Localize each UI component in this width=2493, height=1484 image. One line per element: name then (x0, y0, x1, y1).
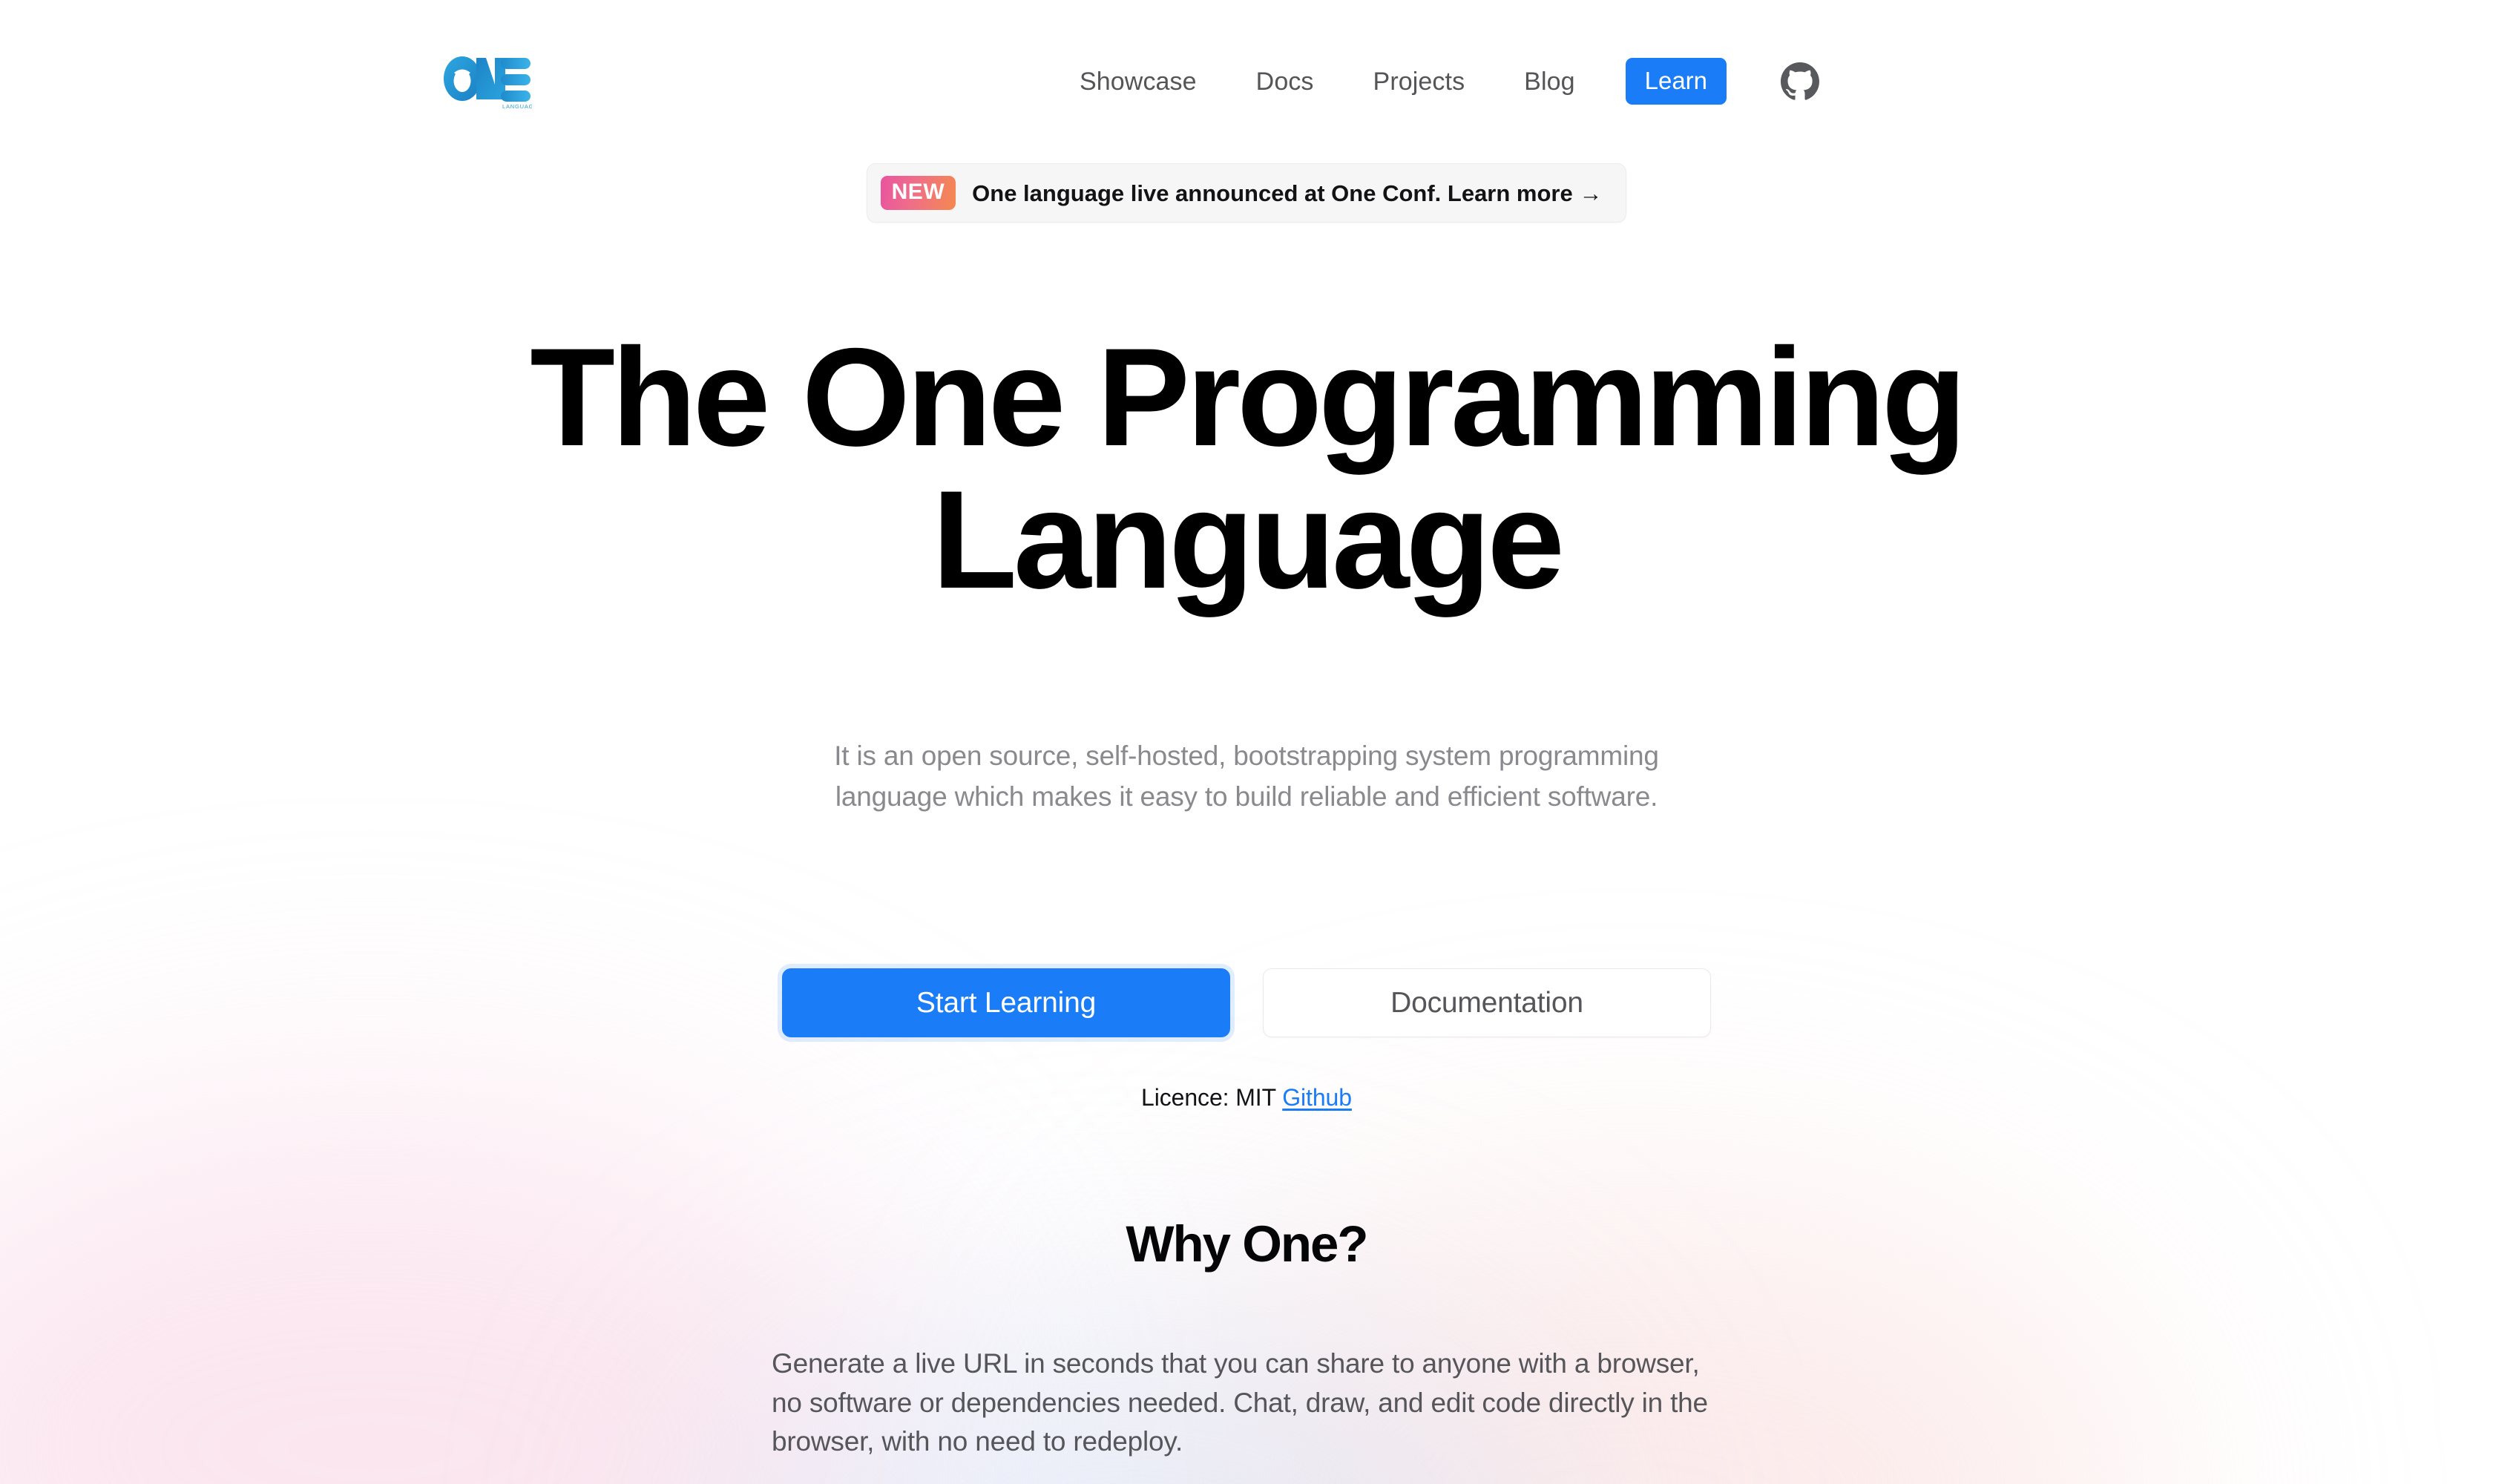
documentation-button[interactable]: Documentation (1263, 968, 1711, 1037)
github-icon (1781, 62, 1820, 100)
nav-link-showcase[interactable]: Showcase (1065, 69, 1226, 94)
why-section-heading: Why One? (1126, 1215, 1368, 1273)
logo-icon: LANGUAGE (444, 56, 537, 110)
logo-subtext: LANGUAGE (502, 103, 532, 110)
cta-row: Start Learning Documentation (0, 968, 2493, 1037)
site-header: LANGUAGE Showcase Docs Projects Blog Lea… (0, 0, 2493, 171)
new-badge: NEW (880, 176, 956, 210)
announcement-banner[interactable]: NEW One language live announced at One C… (866, 163, 1627, 223)
main-navigation: Showcase Docs Projects Blog Learn (1065, 58, 1820, 105)
one-language-logo[interactable]: LANGUAGE (443, 52, 537, 110)
nav-link-blog[interactable]: Blog (1494, 69, 1604, 94)
github-link[interactable] (1780, 62, 1820, 102)
page-title: The One Programming Language (530, 319, 1967, 617)
nav-link-docs[interactable]: Docs (1226, 69, 1344, 94)
announcement-row: NEW One language live announced at One C… (0, 163, 2493, 223)
nav-link-projects[interactable]: Projects (1344, 69, 1495, 94)
learn-button[interactable]: Learn (1625, 58, 1727, 105)
licence-text: Licence: MIT (1141, 1084, 1276, 1111)
landing-page: LANGUAGE Showcase Docs Projects Blog Lea… (0, 0, 2493, 1484)
github-licence-link[interactable]: Github (1282, 1084, 1352, 1111)
start-learning-button[interactable]: Start Learning (782, 968, 1230, 1037)
hero-subtitle: It is an open source, self-hosted, boots… (834, 741, 1659, 812)
why-section-body: Generate a live URL in seconds that you … (772, 1348, 1708, 1457)
announcement-text: One language live announced at One Conf.… (972, 180, 1603, 206)
licence-line: Licence: MIT Github (0, 1084, 2493, 1112)
